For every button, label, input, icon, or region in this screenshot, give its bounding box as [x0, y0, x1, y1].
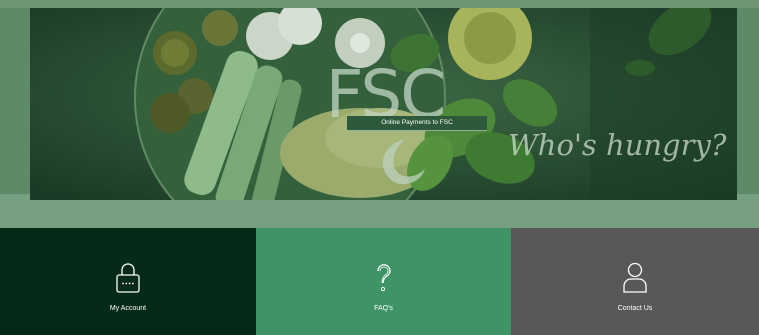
online-payments-caption[interactable]: Online Payments to FSC [347, 116, 487, 131]
faqs-tile[interactable]: FAQ's [256, 228, 511, 335]
hero-banner: FSC Online Payments to FSC Who's hungry? [30, 8, 737, 200]
person-icon [623, 262, 647, 293]
logo-swirl-icon [382, 139, 425, 185]
my-account-label: My Account [109, 305, 147, 312]
contact-us-tile[interactable]: Contact Us [511, 228, 759, 335]
tile-row: My Account FAQ's Contact Us [0, 228, 759, 335]
my-account-tile[interactable]: My Account [0, 228, 256, 335]
hero-edge-left [0, 8, 30, 194]
question-mark-icon [376, 264, 391, 292]
fsc-logo: FSC Online Payments to FSC [295, 50, 487, 190]
lock-icon [116, 263, 140, 293]
faqs-label: FAQ's [374, 305, 393, 312]
hero-edge-right [737, 8, 759, 194]
hero-frame: FSC Online Payments to FSC Who's hungry? [0, 0, 759, 228]
contact-us-label: Contact Us [617, 305, 653, 312]
tagline: Who's hungry? [508, 128, 727, 162]
